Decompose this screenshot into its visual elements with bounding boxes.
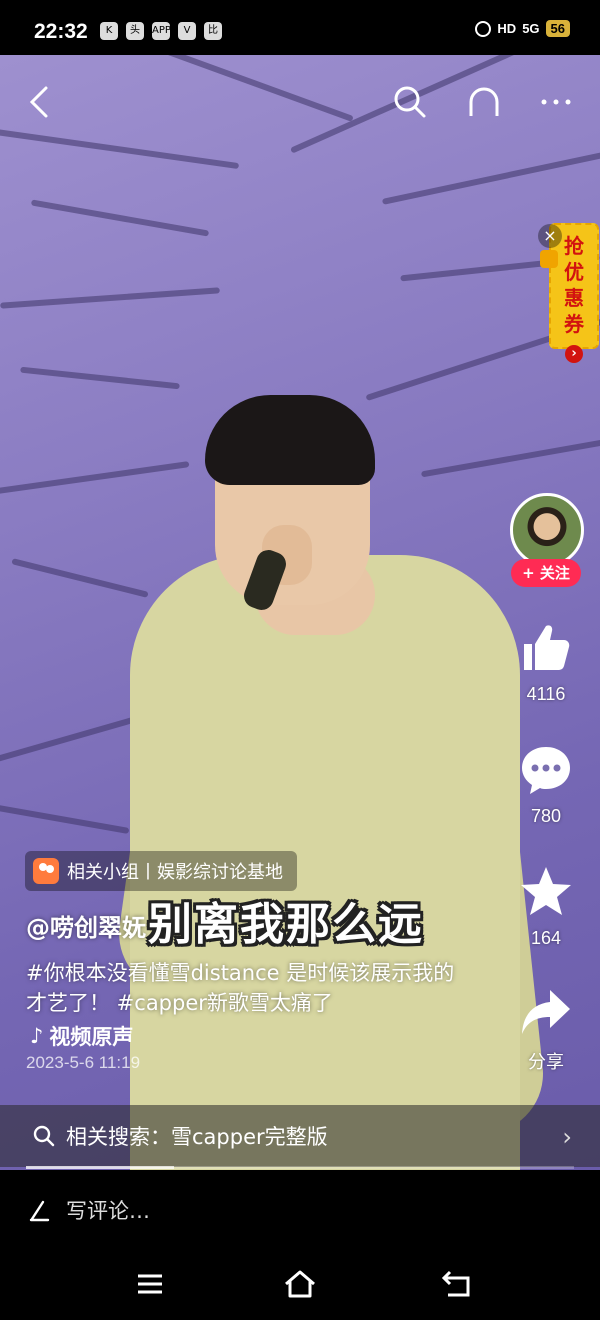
group-icon (33, 858, 59, 884)
hd-indicator: HD (497, 21, 517, 36)
menu-icon[interactable] (132, 1268, 168, 1300)
headset-icon[interactable] (464, 82, 504, 122)
video-progress-bar[interactable] (26, 1166, 574, 1169)
like-button[interactable]: 4116 (506, 620, 586, 705)
thumbs-up-icon (524, 625, 570, 670)
star-icon (521, 867, 571, 915)
author-name[interactable]: @唠创翠妩 (26, 908, 146, 943)
like-count: 4116 (526, 684, 566, 704)
battery-indicator: 56 (545, 20, 570, 37)
music-label: 视频原声 (49, 1025, 134, 1049)
alarm-icon (475, 20, 492, 37)
notification-icon: 头条 (126, 22, 144, 54)
video-description[interactable]: #你根本没看懂雪distance 是时候该展示我的才艺了！ #capper新歌雪… (26, 958, 466, 1018)
follow-button[interactable]: + 关注 (511, 559, 581, 587)
video-progress-fill (26, 1166, 174, 1169)
favorite-count: 164 (530, 928, 562, 948)
more-icon[interactable] (536, 82, 576, 122)
back-nav-icon[interactable] (440, 1268, 476, 1300)
back-icon[interactable] (22, 82, 62, 122)
related-search-bar[interactable]: 相关搜索：雪capper完整版 › (0, 1105, 600, 1167)
group-tag-label: 相关小组丨娱影综讨论基地 (67, 862, 283, 883)
comment-placeholder: 写评论… (66, 1199, 150, 1223)
share-icon (522, 990, 570, 1034)
status-time: 22:32 (34, 20, 88, 43)
related-search-label: 相关搜索：雪capper完整版 (66, 1125, 328, 1149)
notification-icon: 比 (204, 22, 222, 40)
notification-icon: APP (152, 22, 171, 40)
notification-icons: K 头条 APP V 比 (100, 22, 222, 54)
coupon-text: 抢优惠券 (564, 234, 584, 336)
comment-input[interactable]: 写评论… (0, 1170, 600, 1250)
music-note-icon: ♪ (30, 1024, 44, 1048)
video-subtitle: 别离我那么远 (148, 899, 424, 950)
chevron-right-icon: › (565, 345, 583, 363)
pen-icon (29, 1200, 50, 1222)
home-icon[interactable] (282, 1268, 318, 1300)
comment-icon (522, 747, 570, 794)
close-icon[interactable]: × (538, 224, 562, 248)
status-bar: 22:32 K 头条 APP V 比 HD 5G 56 (0, 0, 600, 62)
comment-count: 780 (530, 806, 562, 826)
video-figure-hair (205, 395, 375, 485)
notification-icon: V (178, 22, 196, 40)
share-label: 分享 (528, 1052, 564, 1072)
system-navigation-bar (0, 1250, 600, 1320)
share-button[interactable]: 分享 (506, 984, 586, 1074)
chevron-right-icon: › (562, 1123, 572, 1151)
publish-date: 2023-5-6 11:19 (26, 1053, 141, 1072)
search-icon[interactable] (390, 82, 430, 122)
music-link[interactable]: ♪ 视频原声 (30, 1021, 133, 1051)
related-group-tag[interactable]: 相关小组丨娱影综讨论基地 (25, 851, 297, 891)
favorite-button[interactable]: 164 (506, 864, 586, 949)
author-avatar[interactable] (510, 493, 584, 567)
comment-button[interactable]: 780 (506, 742, 586, 827)
gift-icon (540, 250, 558, 268)
notification-icon: K (100, 22, 118, 40)
system-icons: HD 5G 56 (475, 20, 570, 37)
search-icon (33, 1125, 55, 1147)
signal-indicator: 5G (522, 21, 540, 36)
